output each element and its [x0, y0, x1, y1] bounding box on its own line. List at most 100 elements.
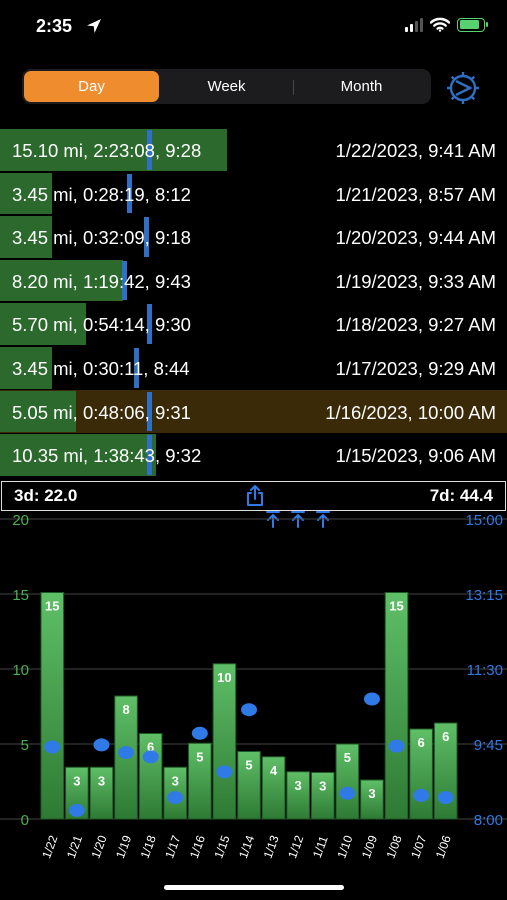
chart-bar [384, 592, 409, 820]
tab-month-label: Month [340, 78, 383, 95]
start-time-point [118, 746, 135, 760]
y-right-tick-label: 13:15 [465, 587, 503, 604]
x-tick-label: 1/18 [138, 833, 159, 860]
run-datetime: 1/19/2023, 9:33 AM [335, 270, 496, 292]
start-time-point [68, 803, 85, 817]
run-row[interactable]: 8.20 mi, 1:19:42, 9:43 1/19/2023, 9:33 AM [0, 259, 507, 303]
x-tick-label: 1/11 [310, 834, 331, 860]
bar-data-label: 3 [98, 773, 105, 788]
chart-bar [40, 592, 65, 820]
y-right-tick-label: 9:45 [474, 737, 503, 754]
bar-data-label: 5 [344, 750, 351, 765]
bar-data-label: 3 [319, 779, 326, 794]
tab-day-label: Day [78, 78, 105, 95]
run-row[interactable]: 3.45 mi, 0:30:11, 8:44 1/17/2023, 9:29 AM [0, 346, 507, 390]
tab-day[interactable]: Day [24, 71, 159, 102]
bar-data-label: 3 [368, 786, 375, 801]
x-tick-label: 1/19 [113, 833, 134, 860]
start-time-point [363, 692, 380, 706]
run-datetime: 1/17/2023, 9:29 AM [335, 357, 496, 379]
three-day-total: 3d: 22.0 [14, 486, 78, 505]
bar-data-label: 5 [196, 749, 203, 764]
bar-data-label: 15 [389, 599, 403, 614]
x-tick-label: 1/09 [359, 833, 380, 860]
bar-data-label: 3 [295, 778, 302, 793]
run-row[interactable]: 3.45 mi, 0:32:09, 9:18 1/20/2023, 9:44 AM [0, 215, 507, 259]
x-tick-label: 1/14 [236, 833, 257, 860]
start-time-point [44, 740, 61, 754]
run-row[interactable]: 5.05 mi, 0:48:06, 9:31 1/16/2023, 10:00 A… [0, 389, 507, 434]
start-time-point [216, 765, 233, 779]
x-tick-label: 1/16 [187, 833, 208, 860]
summary-bar: 3d: 22.0 7d: 44.4 [1, 481, 506, 511]
run-datetime: 1/20/2023, 9:44 AM [335, 227, 496, 249]
run-datetime: 1/18/2023, 9:27 AM [335, 314, 496, 336]
x-tick-label: 1/06 [433, 833, 454, 860]
bar-data-label: 10 [217, 670, 231, 685]
bar-data-label: 15 [45, 599, 59, 614]
y-right-tick-label: 15:00 [465, 512, 503, 529]
status-time: 2:35 [36, 16, 73, 36]
start-time-point [167, 791, 184, 805]
run-summary: 10.35 mi, 1:38:43, 9:32 [12, 445, 202, 467]
start-time-point [191, 726, 208, 740]
bar-data-label: 6 [418, 735, 425, 750]
x-tick-label: 1/21 [64, 833, 85, 860]
start-time-point [339, 786, 356, 800]
bar-data-label: 5 [245, 758, 252, 773]
x-tick-label: 1/08 [384, 833, 405, 860]
y-right-tick-label: 8:00 [474, 812, 503, 829]
start-time-point [93, 738, 110, 752]
distance-chart: 0 5 10 15 20 8:00 9:45 11:30 13:15 15:00 15 1/22 3 1/… [0, 512, 507, 860]
x-tick-label: 1/22 [39, 833, 60, 860]
location-arrow-icon [87, 19, 101, 33]
bar-data-label: 6 [442, 729, 449, 744]
run-list: 15.10 mi, 2:23:08, 9:28 1/22/2023, 9:41 A… [0, 128, 507, 477]
y-left-tick-label: 20 [12, 512, 29, 529]
bar-data-label: 4 [270, 763, 278, 778]
cellular-signal-icon [405, 17, 423, 32]
battery-charging-icon [457, 17, 488, 32]
chart-bar [212, 663, 237, 820]
start-time-point [413, 788, 430, 802]
run-summary: 3.45 mi, 0:30:11, 8:44 [12, 357, 190, 379]
y-left-tick-label: 10 [12, 662, 29, 679]
settings-gear-icon[interactable] [443, 68, 483, 108]
start-time-point [437, 791, 454, 805]
x-tick-label: 1/17 [162, 833, 183, 860]
y-left-tick-label: 15 [12, 587, 29, 604]
tab-week[interactable]: Week [159, 71, 294, 102]
x-tick-label: 1/07 [408, 833, 429, 860]
start-time-point [142, 750, 159, 764]
run-summary: 5.05 mi, 0:48:06, 9:31 [12, 401, 191, 423]
y-left-tick-label: 5 [21, 737, 29, 754]
run-datetime: 1/22/2023, 9:41 AM [335, 140, 496, 161]
run-summary: 3.45 mi, 0:32:09, 9:18 [12, 227, 191, 249]
run-summary: 5.70 mi, 0:54:14, 9:30 [12, 314, 191, 336]
run-row[interactable]: 10.35 mi, 1:38:43, 9:32 1/15/2023, 9:06 A… [0, 433, 507, 477]
share-icon[interactable] [244, 484, 266, 508]
run-datetime: 1/16/2023, 10:00 AM [325, 401, 496, 423]
y-right-tick-label: 11:30 [467, 662, 503, 679]
run-summary: 15.10 mi, 2:23:08, 9:28 [12, 140, 202, 161]
seven-day-total: 7d: 44.4 [429, 486, 493, 505]
run-row[interactable]: 15.10 mi, 2:23:08, 9:28 1/22/2023, 9:41 A… [0, 128, 507, 172]
run-summary: 8.20 mi, 1:19:42, 9:43 [12, 270, 191, 292]
run-summary: 3.45 mi, 0:28:19, 8:12 [12, 183, 191, 205]
tab-month[interactable]: Month [294, 71, 429, 102]
y-left-tick-label: 0 [21, 812, 29, 829]
tab-week-label: Week [207, 78, 246, 95]
bar-data-label: 3 [172, 773, 179, 788]
bar-data-label: 3 [73, 773, 80, 788]
home-indicator [164, 885, 344, 890]
wifi-icon [430, 17, 450, 32]
run-datetime: 1/21/2023, 8:57 AM [335, 183, 496, 205]
run-datetime: 1/15/2023, 9:06 AM [335, 445, 496, 467]
x-tick-label: 1/12 [285, 833, 306, 860]
period-segmented-control: Day Week Month [22, 69, 431, 104]
x-tick-label: 1/10 [334, 833, 355, 860]
start-time-point [241, 703, 257, 717]
run-row[interactable]: 3.45 mi, 0:28:19, 8:12 1/21/2023, 8:57 AM [0, 172, 507, 216]
x-tick-label: 1/20 [89, 833, 110, 860]
run-row[interactable]: 5.70 mi, 0:54:14, 9:30 1/18/2023, 9:27 AM [0, 302, 507, 346]
